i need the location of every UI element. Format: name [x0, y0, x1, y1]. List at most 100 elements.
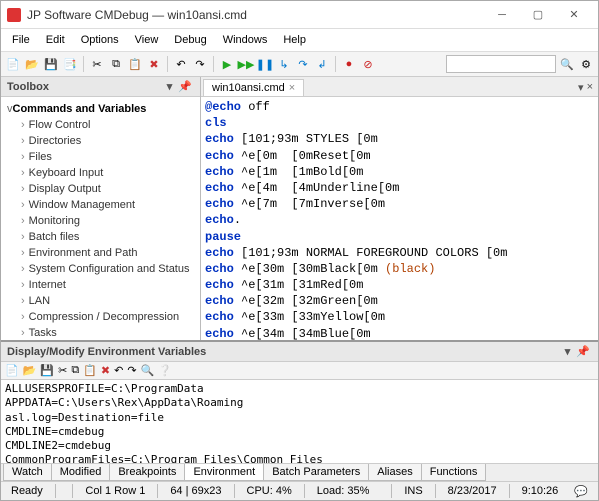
env-redo-icon[interactable]: ↷ [127, 364, 136, 377]
status-bar: Ready Col 1 Row 1 64 | 69x23 CPU: 4% Loa… [1, 481, 598, 500]
env-new-icon[interactable]: 📄 [5, 364, 19, 377]
panel-dropdown-icon[interactable]: ▾ [165, 80, 175, 93]
env-panel: Display/Modify Environment Variables ▾ 📌… [1, 341, 598, 481]
bottom-tab[interactable]: Batch Parameters [263, 464, 369, 481]
tree-item[interactable]: LAN [3, 293, 198, 309]
env-title: Display/Modify Environment Variables ▾ 📌 [1, 342, 598, 362]
search-options-icon[interactable]: ⚙ [578, 56, 594, 72]
undo-icon[interactable]: ↶ [173, 56, 189, 72]
tree-item[interactable]: Environment and Path [3, 245, 198, 261]
separator [335, 56, 336, 72]
env-cut-icon[interactable]: ✂ [58, 364, 67, 377]
minimize-button[interactable]: ─ [484, 3, 520, 27]
tree-item[interactable]: Directories [3, 133, 198, 149]
tree-item[interactable]: System Configuration and Status [3, 261, 198, 277]
step-over-icon[interactable]: ↷ [295, 56, 311, 72]
tree-item[interactable]: Display Output [3, 181, 198, 197]
open-icon[interactable]: 📂 [24, 56, 40, 72]
env-undo-icon[interactable]: ↶ [114, 364, 123, 377]
copy-icon[interactable]: ⧉ [108, 56, 124, 72]
bottom-tab[interactable]: Breakpoints [109, 464, 185, 481]
close-button[interactable]: ✕ [556, 3, 592, 27]
env-find-icon[interactable]: 🔍 [141, 364, 155, 377]
tree-item[interactable]: Flow Control [3, 117, 198, 133]
save-all-icon[interactable]: 📑 [62, 56, 78, 72]
env-help-icon[interactable]: ❔ [158, 364, 172, 377]
env-delete-icon[interactable]: ✖ [101, 364, 110, 377]
separator [167, 56, 168, 72]
status-size: 64 | 69x23 [166, 485, 225, 497]
tree-item[interactable]: Files [3, 149, 198, 165]
tree-root[interactable]: Commands and Variables [3, 101, 198, 117]
new-file-icon[interactable]: 📄 [5, 56, 21, 72]
env-copy-icon[interactable]: ⧉ [71, 364, 79, 377]
save-icon[interactable]: 💾 [43, 56, 59, 72]
tree-item[interactable]: Batch files [3, 229, 198, 245]
toolbox-title: Toolbox ▾ 📌 [1, 77, 200, 97]
env-title-text: Display/Modify Environment Variables [7, 346, 206, 358]
env-save-icon[interactable]: 💾 [40, 364, 54, 377]
redo-icon[interactable]: ↷ [192, 56, 208, 72]
breakpoint-icon[interactable]: ● [341, 56, 357, 72]
editor-panel: win10ansi.cmd × ▾ × @echo offclsecho [10… [201, 77, 598, 340]
search-input[interactable] [446, 55, 556, 73]
panel-dropdown-icon[interactable]: ▾ [563, 345, 573, 358]
status-load: Load: 35% [313, 485, 374, 497]
env-open-icon[interactable]: 📂 [23, 364, 37, 377]
app-icon [7, 8, 21, 22]
status-ready: Ready [7, 485, 47, 497]
cut-icon[interactable]: ✂ [89, 56, 105, 72]
panel-pin-icon[interactable]: 📌 [176, 80, 194, 93]
bottom-tab[interactable]: Functions [421, 464, 487, 481]
menu-file[interactable]: File [5, 31, 37, 49]
panel-pin-icon[interactable]: 📌 [574, 345, 592, 358]
env-paste-icon[interactable]: 📋 [83, 364, 97, 377]
menu-view[interactable]: View [128, 31, 166, 49]
tree-item[interactable]: Window Management [3, 197, 198, 213]
bottom-tab[interactable]: Environment [184, 464, 264, 481]
bottom-tabs: WatchModifiedBreakpointsEnvironmentBatch… [1, 463, 598, 481]
tree-item[interactable]: Keyboard Input [3, 165, 198, 181]
bottom-tab[interactable]: Watch [3, 464, 52, 481]
window-controls: ─ ▢ ✕ [484, 3, 592, 27]
search-icon[interactable]: 🔍 [559, 56, 575, 72]
tree-item[interactable]: Monitoring [3, 213, 198, 229]
menu-debug[interactable]: Debug [167, 31, 213, 49]
menu-help[interactable]: Help [276, 31, 313, 49]
tab-close-icon[interactable]: × [289, 82, 295, 94]
toolbox-tree[interactable]: Commands and Variables Flow ControlDirec… [1, 97, 200, 340]
paste-icon[interactable]: 📋 [127, 56, 143, 72]
toolbox-title-text: Toolbox [7, 81, 49, 93]
env-list[interactable]: ALLUSERSPROFILE=C:\ProgramDataAPPDATA=C:… [1, 380, 598, 463]
window-title: JP Software CMDebug — win10ansi.cmd [27, 8, 484, 22]
pause-icon[interactable]: ❚❚ [257, 56, 273, 72]
tree-item[interactable]: Internet [3, 277, 198, 293]
status-time: 9:10:26 [518, 485, 563, 497]
code-editor[interactable]: @echo offclsecho [101;93m STYLES [0mecho… [201, 97, 598, 340]
delete-icon[interactable]: ✖ [146, 56, 162, 72]
tab-win10ansi[interactable]: win10ansi.cmd × [203, 79, 304, 96]
tree-item[interactable]: Compression / Decompression [3, 309, 198, 325]
menu-edit[interactable]: Edit [39, 31, 72, 49]
editor-tabs: win10ansi.cmd × ▾ × [201, 77, 598, 97]
menu-bar: File Edit Options View Debug Windows Hel… [1, 29, 598, 52]
step-out-icon[interactable]: ↲ [314, 56, 330, 72]
status-pos: Col 1 Row 1 [81, 485, 149, 497]
run-icon[interactable]: ▶ [219, 56, 235, 72]
notification-icon[interactable]: 💬 [570, 485, 592, 498]
maximize-button[interactable]: ▢ [520, 3, 556, 27]
tab-nav-dropdown[interactable]: ▾ [578, 81, 584, 94]
tree-item[interactable]: Tasks [3, 325, 198, 340]
step-into-icon[interactable]: ↳ [276, 56, 292, 72]
bottom-tab[interactable]: Aliases [368, 464, 421, 481]
status-date: 8/23/2017 [444, 485, 501, 497]
status-cpu: CPU: 4% [243, 485, 296, 497]
run-to-icon[interactable]: ▶▶ [238, 56, 254, 72]
separator [83, 56, 84, 72]
tab-close-all[interactable]: × [587, 81, 593, 94]
stop-icon[interactable]: ⊘ [360, 56, 376, 72]
toolbox-panel: Toolbox ▾ 📌 Commands and Variables Flow … [1, 77, 201, 340]
menu-windows[interactable]: Windows [216, 31, 275, 49]
bottom-tab[interactable]: Modified [51, 464, 111, 481]
menu-options[interactable]: Options [74, 31, 126, 49]
